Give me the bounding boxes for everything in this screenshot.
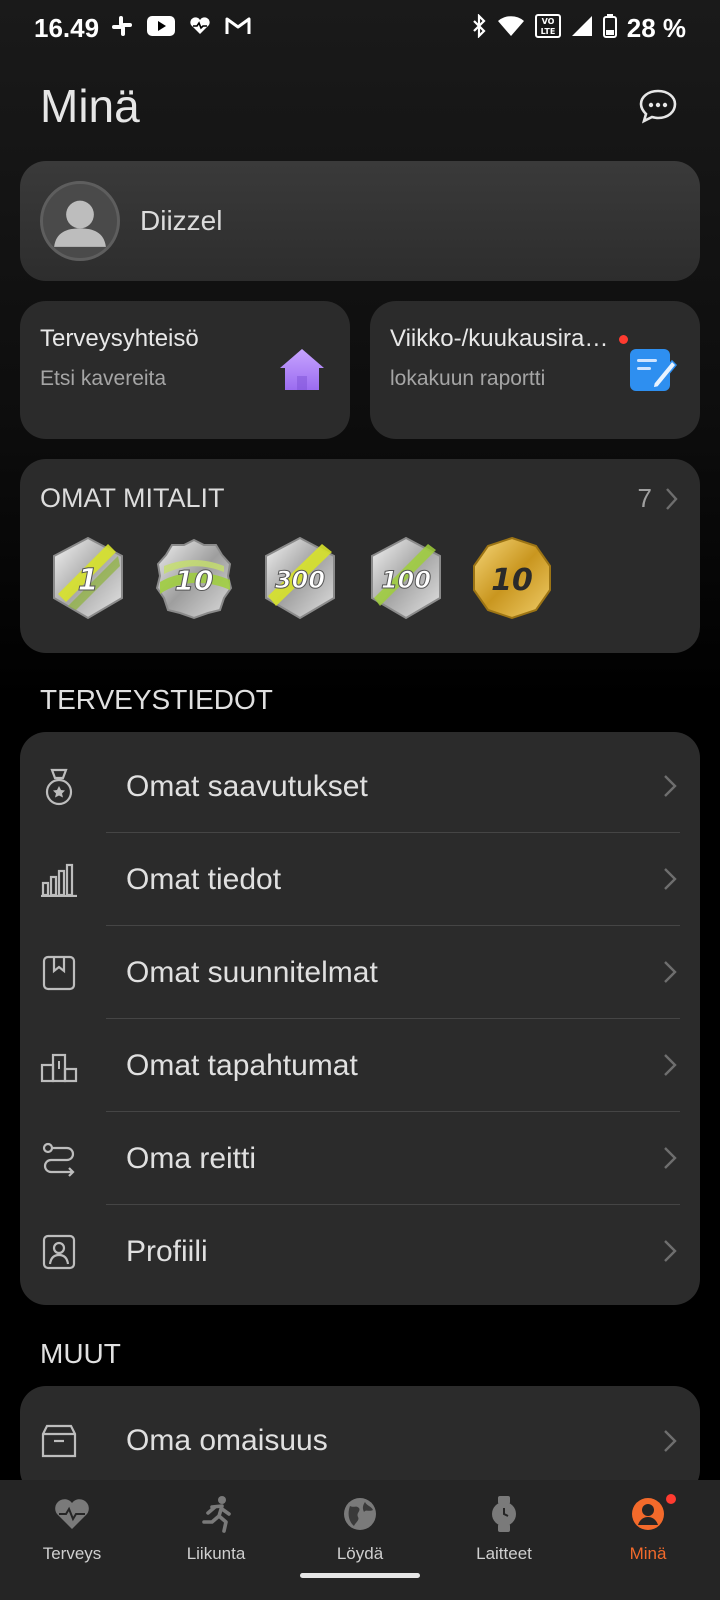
- medal-3[interactable]: 300: [260, 536, 340, 620]
- list-item-profile[interactable]: Profiili: [20, 1205, 700, 1298]
- other-section-title: MUUT: [40, 1338, 121, 1369]
- list-item-label: Profiili: [126, 1234, 208, 1268]
- health-section-title: TERVEYSTIEDOT: [40, 684, 273, 715]
- globe-icon: [340, 1494, 380, 1534]
- medals-header: OMAT MITALIT 7: [40, 483, 680, 514]
- running-icon: [196, 1494, 236, 1534]
- route-icon: [40, 1140, 78, 1178]
- profile-card-icon: [40, 1233, 78, 1271]
- medal-1[interactable]: 1: [48, 536, 128, 620]
- list-item-events[interactable]: Omat tapahtumat: [20, 1019, 700, 1112]
- svg-text:LTE: LTE: [540, 27, 555, 36]
- report-card[interactable]: Viikko-/kuukausiraportti lokakuun raport…: [370, 301, 700, 439]
- house-icon: [276, 343, 328, 395]
- notification-icons: [111, 15, 251, 42]
- volte-icon: VO LTE: [534, 13, 561, 43]
- signal-icon: [571, 15, 593, 42]
- list-item-label: Oma reitti: [126, 1141, 257, 1175]
- bookmark-plan-icon: [40, 954, 78, 992]
- report-title: Viikko-/kuukausiraportti: [390, 325, 620, 352]
- chevron-right-icon: [664, 1054, 677, 1076]
- svg-text:VO: VO: [541, 17, 554, 26]
- chat-bubble-icon: [639, 89, 677, 124]
- nav-tab-me[interactable]: Minä: [576, 1480, 720, 1576]
- heart-pulse-icon: [52, 1494, 92, 1534]
- medal-1-label: 1: [78, 563, 99, 598]
- medal-4[interactable]: 100: [366, 536, 446, 620]
- bluetooth-icon: [471, 12, 487, 43]
- page-title: Minä: [40, 80, 140, 132]
- medal-icon: [40, 768, 78, 806]
- chat-button[interactable]: [636, 84, 680, 128]
- nav-tab-devices[interactable]: Laitteet: [432, 1480, 576, 1576]
- status-bar: 16.49 VO LTE 28 %: [0, 0, 720, 56]
- nav-label: Terveys: [42, 1544, 102, 1563]
- header: Minä: [40, 76, 680, 136]
- medals-count: 7: [637, 483, 652, 513]
- podium-icon: [40, 1047, 78, 1085]
- community-title: Terveysyhteisö: [40, 325, 199, 352]
- person-circle-icon: [628, 1494, 668, 1534]
- chevron-right-icon: [666, 487, 678, 510]
- list-item-achievements[interactable]: Omat saavutukset: [20, 740, 700, 833]
- chevron-right-icon: [664, 961, 677, 983]
- nav-label: Löydä: [336, 1544, 384, 1563]
- chevron-right-icon: [664, 1430, 677, 1452]
- watch-icon: [484, 1494, 524, 1534]
- list-item-label: Omat suunnitelmat: [126, 955, 378, 989]
- notification-badge: [666, 1494, 676, 1504]
- nav-tab-exercise[interactable]: Liikunta: [144, 1480, 288, 1576]
- medal-3-label: 300: [275, 566, 325, 594]
- chevron-right-icon: [664, 1240, 677, 1262]
- medals-title: OMAT MITALIT: [40, 483, 225, 513]
- profile-card[interactable]: Diizzel: [20, 161, 700, 281]
- nav-label: Liikunta: [186, 1544, 246, 1563]
- list-item-data[interactable]: Omat tiedot: [20, 833, 700, 926]
- medal-row: 1 10 300 100 10: [40, 536, 680, 620]
- username: Diizzel: [140, 205, 223, 236]
- chevron-right-icon: [664, 1147, 677, 1169]
- nav-label: Minä: [629, 1544, 667, 1563]
- list-item-label: Oma omaisuus: [126, 1424, 328, 1457]
- gmail-icon: [225, 16, 251, 41]
- health-heart-icon: [189, 16, 211, 41]
- community-card[interactable]: Terveysyhteisö Etsi kavereita: [20, 301, 350, 439]
- bottom-nav: Terveys Liikunta Löydä Laitteet Minä: [0, 1480, 720, 1600]
- avatar[interactable]: [40, 181, 120, 261]
- medal-5-label: 10: [491, 563, 533, 598]
- chevron-right-icon: [664, 868, 677, 890]
- person-icon: [54, 200, 106, 247]
- slack-icon: [111, 15, 133, 42]
- wifi-icon: [497, 15, 525, 42]
- chevron-right-icon: [664, 775, 677, 797]
- bar-chart-icon: [40, 861, 78, 899]
- medal-4-label: 100: [381, 566, 431, 594]
- nav-tab-health[interactable]: Terveys: [0, 1480, 144, 1576]
- medals-card[interactable]: OMAT MITALIT 7 1 10 300 100 10: [20, 459, 700, 653]
- box-icon: [40, 1422, 78, 1460]
- list-item-label: Omat tiedot: [126, 862, 282, 896]
- nav-tab-discover[interactable]: Löydä: [288, 1480, 432, 1576]
- health-list: Omat saavutukset Omat tiedot Omat suunni…: [20, 732, 700, 1305]
- medal-5[interactable]: 10: [472, 536, 552, 620]
- battery-percent: 28 %: [626, 12, 686, 43]
- medal-2[interactable]: 10: [154, 536, 234, 620]
- list-item-route[interactable]: Oma reitti: [20, 1112, 700, 1205]
- note-edit-icon: [626, 343, 678, 395]
- status-time: 16.49: [34, 12, 100, 43]
- nav-label: Laitteet: [476, 1544, 532, 1563]
- youtube-icon: [147, 15, 176, 41]
- medal-2-label: 10: [175, 564, 214, 597]
- list-item-plans[interactable]: Omat suunnitelmat: [20, 926, 700, 1019]
- home-indicator[interactable]: [300, 1573, 420, 1578]
- list-item-label: Omat tapahtumat: [126, 1048, 358, 1082]
- list-item-label: Omat saavutukset: [126, 769, 368, 803]
- system-icons: VO LTE 28 %: [471, 13, 686, 44]
- battery-icon: [602, 13, 617, 43]
